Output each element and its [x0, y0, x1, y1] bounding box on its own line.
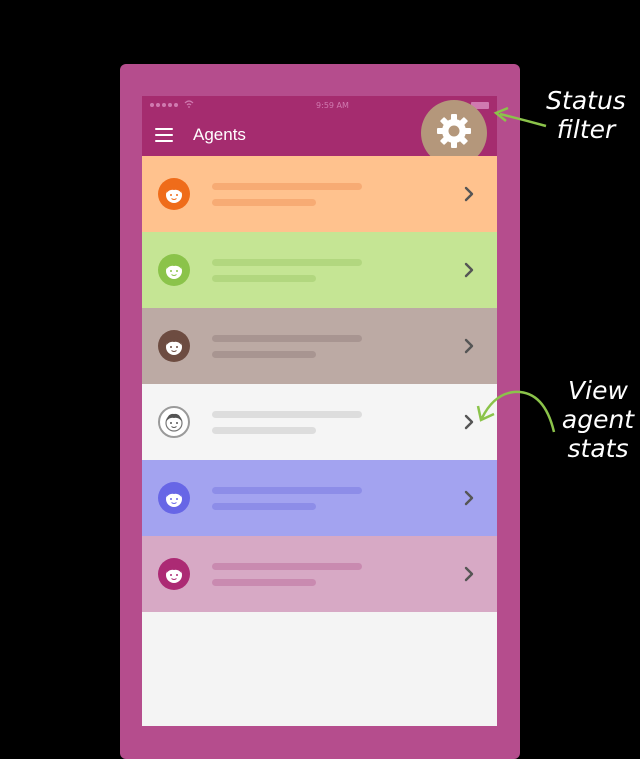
agent-text-placeholder	[212, 562, 362, 586]
agent-list	[142, 156, 497, 612]
agent-text-placeholder	[212, 182, 362, 206]
agent-detail-placeholder	[212, 502, 316, 510]
page-title: Agents	[193, 125, 246, 144]
agent-name-placeholder	[212, 562, 362, 570]
agent-row[interactable]	[142, 384, 497, 460]
agent-name-placeholder	[212, 410, 362, 418]
agent-row[interactable]	[142, 308, 497, 384]
agent-row[interactable]	[142, 156, 497, 232]
chevron-right-icon[interactable]	[463, 490, 475, 506]
agent-text-placeholder	[212, 486, 362, 510]
status-time: 9:59 AM	[316, 100, 349, 110]
agent-name-placeholder	[212, 334, 362, 342]
view-stats-annotation: View agent stats	[553, 376, 640, 463]
agent-text-placeholder	[212, 258, 362, 282]
agent-avatar-icon	[158, 178, 190, 210]
agent-detail-placeholder	[212, 350, 316, 358]
agent-row[interactable]	[142, 536, 497, 612]
agent-name-placeholder	[212, 182, 362, 190]
agent-detail-placeholder	[212, 426, 316, 434]
menu-icon[interactable]	[155, 128, 173, 142]
phone-frame: 9:59 AM Agents	[120, 64, 520, 759]
agent-detail-placeholder	[212, 274, 316, 282]
app-screen: 9:59 AM Agents	[142, 96, 497, 726]
agent-avatar-icon	[158, 558, 190, 590]
agent-detail-placeholder	[212, 198, 316, 206]
agent-row[interactable]	[142, 460, 497, 536]
status-filter-arrow	[493, 106, 547, 128]
wifi-icon	[184, 100, 194, 110]
view-stats-arrow	[476, 390, 556, 433]
agent-avatar-icon	[158, 254, 190, 286]
gear-icon	[434, 111, 474, 155]
agent-text-placeholder	[212, 410, 362, 434]
annotation-line: agent	[561, 405, 635, 434]
app-bar: Agents	[142, 100, 497, 166]
chevron-right-icon[interactable]	[463, 262, 475, 278]
agent-avatar-icon	[158, 482, 190, 514]
chevron-right-icon[interactable]	[463, 566, 475, 582]
agent-name-placeholder	[212, 486, 362, 494]
agent-avatar-icon	[158, 406, 190, 438]
agent-name-placeholder	[212, 258, 362, 266]
agent-detail-placeholder	[212, 578, 316, 586]
signal-indicator	[150, 100, 194, 110]
agent-avatar-icon	[158, 330, 190, 362]
chevron-right-icon[interactable]	[463, 338, 475, 354]
agent-text-placeholder	[212, 334, 362, 358]
chevron-right-icon[interactable]	[463, 186, 475, 202]
annotation-line: View	[568, 376, 628, 405]
agent-row[interactable]	[142, 232, 497, 308]
annotation-line: stats	[567, 434, 629, 463]
